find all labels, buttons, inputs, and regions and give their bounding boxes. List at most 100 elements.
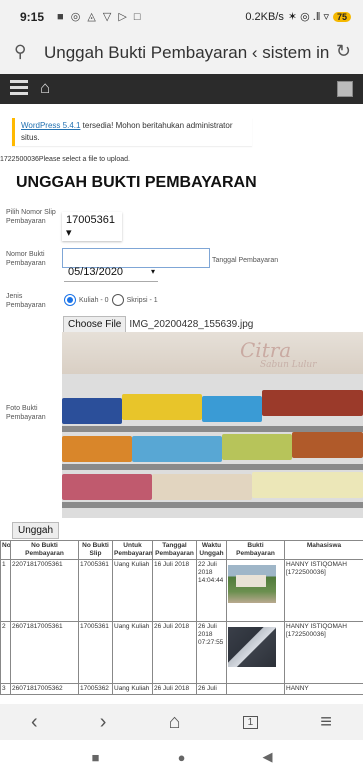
browser-url-bar[interactable]: ⚲ Unggah Bukti Pembayaran ‹ sistem infor… — [0, 34, 363, 74]
product-block — [62, 436, 132, 462]
col-header: Untuk Pembayaran — [112, 540, 153, 560]
cell-untuk: Uang Kuliah — [112, 559, 153, 622]
product-block — [222, 434, 292, 460]
cell-bukti-image — [226, 621, 285, 684]
main-content: WordPress 5.4.1 tersedia! Mohon beritahu… — [0, 104, 363, 704]
cell-untuk: Uang Kuliah — [112, 683, 153, 695]
choose-file-button[interactable]: Choose File — [63, 316, 127, 333]
cell-tanggal: 26 Juli 2018 — [152, 683, 197, 695]
col-header: No — [0, 540, 11, 560]
col-header: Waktu Unggah — [196, 540, 227, 560]
table-row: 1 22071817005361 17005361 Uang Kuliah 16… — [0, 559, 363, 622]
page-title: UNGGAH BUKTI PEMBAYARAN — [16, 174, 257, 191]
cell-slip: 17005362 — [78, 683, 113, 695]
status-right: 0.2KB/s ✶ ◎ .‖ ▿ 75 — [245, 10, 351, 23]
radio-kuliah[interactable] — [64, 294, 76, 306]
battery-icon: 75 — [332, 11, 351, 22]
cell-waktu: 26 Juli 2018 07:27:55 — [196, 621, 227, 684]
tanggal-label: Tanggal Pembayaran — [212, 257, 279, 264]
cell-tanggal: 16 Juli 2018 — [152, 559, 197, 622]
page-title-url[interactable]: Unggah Bukti Pembayaran ‹ sistem infor..… — [44, 43, 329, 63]
upload-button[interactable]: Unggah — [12, 522, 60, 539]
col-header: No Bukti Slip — [78, 540, 113, 560]
update-link[interactable]: WordPress 5.4.1 — [21, 121, 80, 130]
receipt-thumbnail[interactable] — [228, 627, 276, 667]
jenis-label: Jenis Pembayaran — [6, 293, 46, 309]
cell-waktu: 26 Juli — [196, 683, 227, 695]
table-row: 3 26071817005362 17005362 Uang Kuliah 26… — [0, 683, 363, 695]
tabs-count: 1 — [247, 716, 254, 728]
reload-icon[interactable]: ↻ — [336, 41, 351, 62]
date-value: 05/13/2020 — [68, 266, 124, 278]
jenis-radio-group: Kuliah - 0 Skripsi - 1 — [64, 294, 158, 306]
cell-bukti-image — [226, 683, 285, 695]
chevron-down-icon: ▾ — [150, 267, 155, 276]
slip-select-value: 17005361 — [66, 214, 115, 226]
radio-skripsi-label: Skripsi - 1 — [126, 296, 158, 304]
menu-icon[interactable]: ≡ — [320, 711, 332, 734]
product-block — [292, 432, 363, 458]
cell-waktu: 22 Juli 2018 14:04:44 — [196, 559, 227, 622]
cell-slip: 17005361 — [78, 621, 113, 684]
radio-kuliah-label: Kuliah - 0 — [79, 296, 109, 304]
home-button-icon[interactable]: ● — [173, 750, 191, 765]
tabs-icon[interactable]: 1 — [242, 715, 259, 729]
file-row: Choose File IMG_20200428_155639.jpg — [63, 316, 253, 333]
store-sign-sub: Sabun Lulur — [260, 360, 317, 370]
cell-mahasiswa: HANNY ISTIQOMAH [1722500036] — [284, 621, 363, 684]
col-header: Bukti Pembayaran — [226, 540, 285, 560]
home-icon[interactable]: ⌂ — [40, 78, 50, 98]
col-header: Tanggal Pembayaran — [152, 540, 197, 560]
shelf-line — [62, 502, 363, 508]
bukti-label: Nomor Bukti Pembayaran — [6, 251, 46, 267]
system-nav-bar: ■ ● ◀ — [0, 740, 363, 774]
table-header-row: No No Bukti Pembayaran No Bukti Slip Unt… — [0, 540, 363, 560]
product-block — [152, 474, 252, 500]
status-time: 9:15 — [20, 10, 45, 24]
col-header: No Bukti Pembayaran — [10, 540, 79, 560]
product-block — [122, 394, 202, 420]
cell-slip: 17005361 — [78, 559, 113, 622]
cell-bukti: 26071817005362 — [10, 683, 79, 695]
cell-bukti: 26071817005361 — [10, 621, 79, 684]
search-icon[interactable]: ⚲ — [14, 42, 26, 62]
notification-icons: ■ ◎ ◬ ▽ ▷ □ — [57, 11, 143, 23]
payments-table: No No Bukti Pembayaran No Bukti Slip Unt… — [0, 540, 363, 695]
product-block — [132, 436, 222, 462]
back-button-icon[interactable]: ◀ — [259, 749, 277, 765]
date-input[interactable]: 05/13/2020 ▾ — [64, 264, 158, 282]
product-block — [62, 474, 152, 500]
signal-wifi-icon: ✶ ◎ .‖ ▿ — [287, 11, 329, 23]
slip-label: Pilih Nomor Slip Pembayaran — [6, 209, 56, 225]
status-bar: 9:15 ■ ◎ ◬ ▽ ▷ □ 0.2KB/s ✶ ◎ .‖ ▿ 75 — [0, 0, 363, 34]
slip-select[interactable]: 17005361 ▾ — [62, 212, 122, 241]
receipt-thumbnail[interactable] — [228, 565, 276, 603]
store-sign: Citra — [240, 338, 292, 362]
back-icon[interactable]: ‹ — [31, 711, 38, 734]
product-block — [252, 472, 363, 498]
forward-icon[interactable]: › — [100, 711, 107, 734]
file-name: IMG_20200428_155639.jpg — [129, 319, 254, 330]
cell-mahasiswa: HANNY — [284, 683, 363, 695]
menu-icon[interactable] — [10, 80, 28, 95]
update-notice: WordPress 5.4.1 tersedia! Mohon beritahu… — [12, 118, 252, 146]
cell-no: 2 — [0, 621, 11, 684]
recent-apps-icon[interactable]: ■ — [87, 750, 105, 765]
table-row: 2 26071817005361 17005361 Uang Kuliah 26… — [0, 621, 363, 684]
upload-message: 1722500036Please select a file to upload… — [0, 156, 130, 163]
radio-skripsi[interactable] — [111, 294, 124, 306]
cell-untuk: Uang Kuliah — [112, 621, 153, 684]
payment-photo: Citra Sabun Lulur — [62, 332, 363, 518]
col-header: Mahasiswa — [284, 540, 363, 560]
product-block — [262, 390, 363, 416]
product-block — [62, 398, 122, 424]
avatar[interactable] — [337, 81, 353, 97]
store-ceiling — [62, 332, 363, 374]
shelf-line — [62, 464, 363, 470]
product-block — [202, 396, 262, 422]
home-icon[interactable]: ⌂ — [169, 711, 181, 734]
cell-no: 1 — [0, 559, 11, 622]
cell-mahasiswa: HANNY ISTIQOMAH [1722500036] — [284, 559, 363, 622]
browser-nav-bar: ‹ › ⌂ 1 ≡ — [0, 704, 363, 740]
cell-no: 3 — [0, 683, 11, 695]
